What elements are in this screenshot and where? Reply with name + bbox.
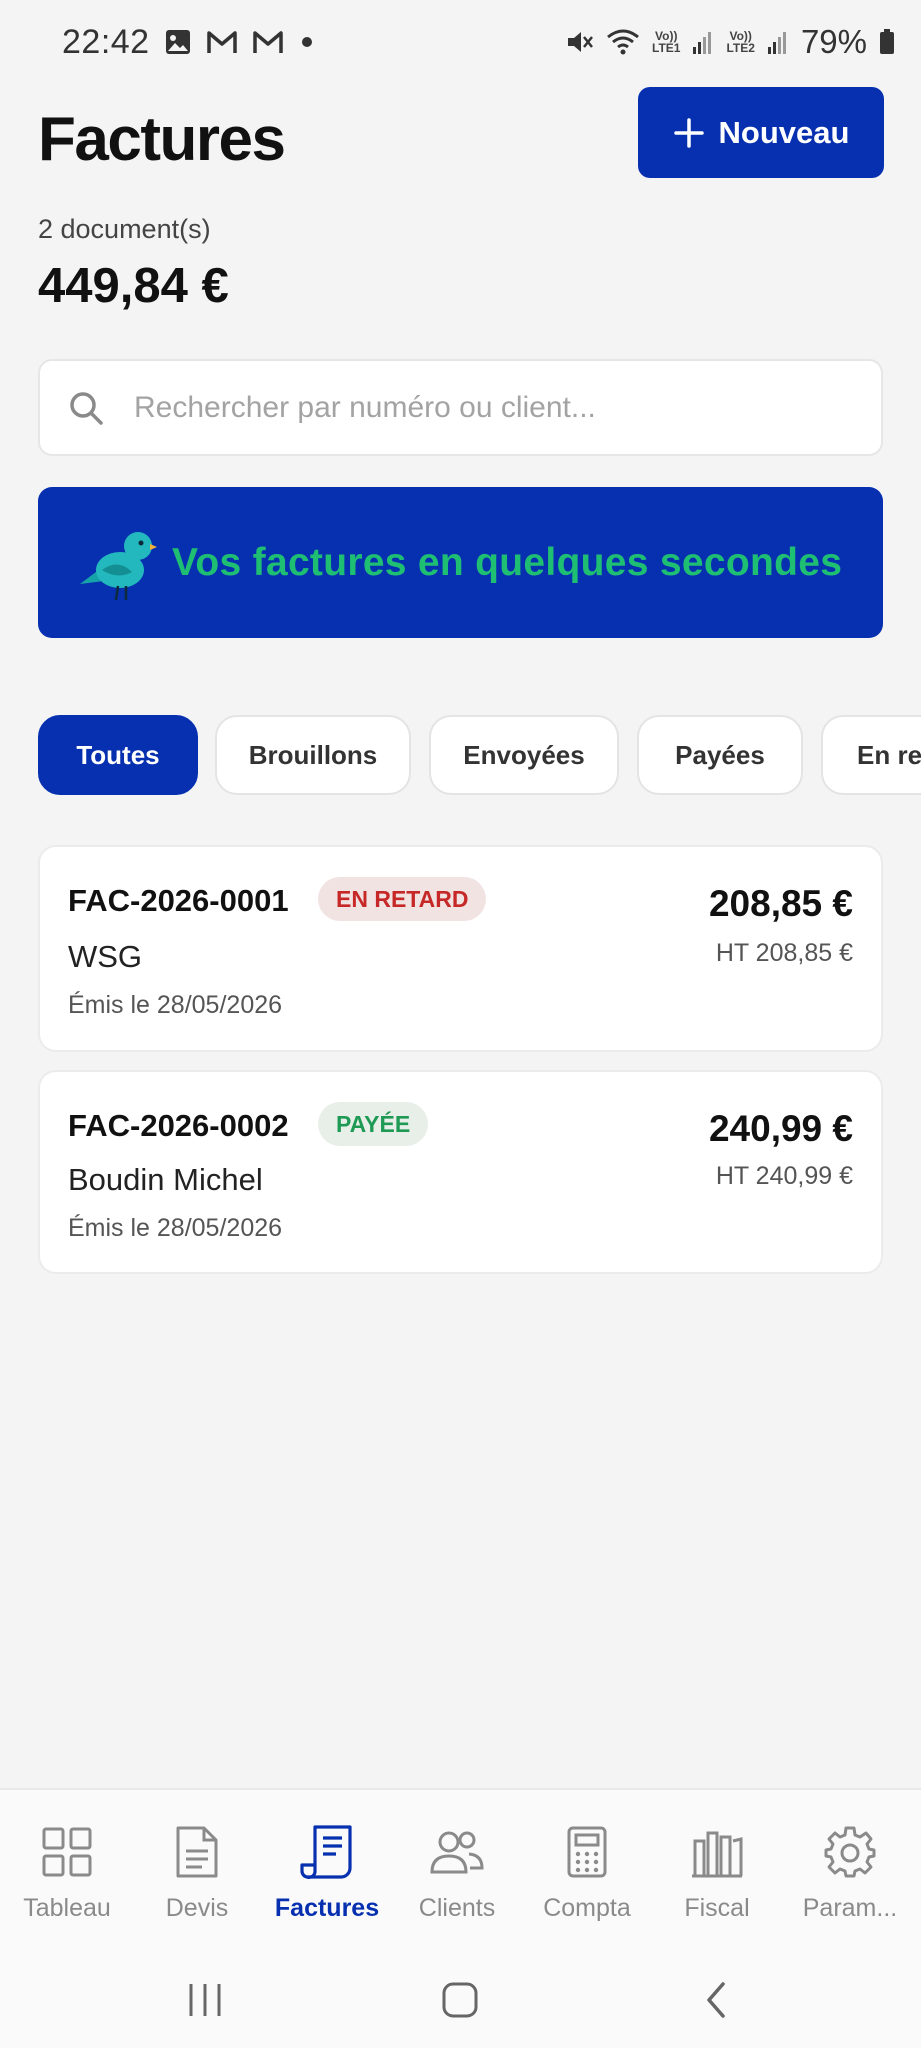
battery-percentage: 79%: [800, 23, 867, 60]
invoice-ht-amount: HT 240,99 €: [715, 1162, 853, 1190]
nav-label: Factures: [274, 1894, 380, 1922]
battery-icon: [879, 29, 895, 55]
signal-sim1-icon: [692, 29, 714, 55]
filter-chip-en-retard[interactable]: En re: [821, 715, 921, 795]
users-icon: [429, 1822, 485, 1882]
sim2-label: Vo)) LTE2: [726, 30, 754, 54]
nav-item-clients[interactable]: Clients: [392, 1790, 522, 1930]
nav-item-fiscal[interactable]: Fiscal: [652, 1790, 782, 1930]
gear-icon: [823, 1822, 877, 1882]
home-icon[interactable]: [420, 1970, 500, 2030]
nav-label: Tableau: [23, 1894, 111, 1922]
gmail-notification-icon: [252, 29, 284, 55]
gmail-notification-icon: [206, 29, 238, 55]
banner-text: Vos factures en quelques secondes: [172, 540, 843, 584]
signal-sim2-icon: [767, 29, 789, 55]
nav-label: Devis: [165, 1894, 229, 1922]
filter-chip-envoyees[interactable]: Envoyées: [429, 715, 619, 795]
status-bar: 22:42 Vo)) LTE1 Vo)) LTE2 79%: [0, 0, 921, 84]
invoice-ht-amount: HT 208,85 €: [715, 939, 853, 967]
nav-label: Compta: [543, 1894, 631, 1922]
total-amount: 449,84 €: [38, 259, 229, 313]
receipt-icon: [299, 1822, 355, 1882]
building-icon: [689, 1822, 745, 1882]
calculator-icon: [566, 1822, 608, 1882]
nav-item-parametres[interactable]: Param...: [785, 1790, 915, 1930]
invoice-card[interactable]: FAC-2026-0002 PAYÉE Boudin Michel Émis l…: [38, 1070, 883, 1274]
nav-label: Clients: [418, 1894, 496, 1922]
status-badge: PAYÉE: [318, 1102, 429, 1146]
document-icon: [175, 1822, 219, 1882]
new-invoice-button[interactable]: Nouveau: [638, 87, 884, 178]
status-time: 22:42: [62, 22, 150, 61]
invoice-date: Émis le 28/05/2026: [68, 1214, 283, 1242]
back-icon[interactable]: [676, 1970, 756, 2030]
invoice-card[interactable]: FAC-2026-0001 EN RETARD WSG Émis le 28/0…: [38, 845, 883, 1052]
recent-apps-icon[interactable]: [165, 1970, 245, 2030]
nav-item-factures[interactable]: Factures: [262, 1790, 392, 1930]
dashboard-grid-icon: [41, 1822, 93, 1882]
invoice-number: FAC-2026-0002: [68, 1108, 289, 1143]
plus-icon: [673, 117, 705, 149]
status-badge: EN RETARD: [318, 877, 487, 921]
search-input[interactable]: [134, 390, 834, 425]
status-left: 22:42: [62, 23, 316, 62]
system-nav-bar: [0, 1948, 921, 2048]
wifi-icon: [606, 28, 640, 56]
bird-icon: [78, 522, 158, 604]
invoice-amount: 208,85 €: [708, 883, 853, 924]
sim1-label: Vo)) LTE1: [652, 30, 680, 54]
filter-chip-toutes[interactable]: Toutes: [38, 715, 198, 795]
invoice-client: Boudin Michel: [68, 1162, 263, 1197]
promo-banner[interactable]: Vos factures en quelques secondes: [38, 487, 883, 638]
invoice-amount: 240,99 €: [708, 1108, 853, 1149]
nav-label: Fiscal: [684, 1894, 750, 1922]
mute-icon: [564, 27, 594, 57]
status-right: Vo)) LTE1 Vo)) LTE2 79%: [564, 23, 895, 61]
sim2-lte-text: LTE2: [726, 41, 755, 55]
bottom-nav: Tableau Devis Factures Clients Compta Fi…: [0, 1788, 921, 1948]
gallery-notification-icon: [164, 28, 192, 56]
nav-item-compta[interactable]: Compta: [522, 1790, 652, 1930]
sim1-lte-text: LTE1: [652, 41, 681, 55]
nav-item-devis[interactable]: Devis: [132, 1790, 262, 1930]
filter-chip-payees[interactable]: Payées: [637, 715, 803, 795]
nav-item-tableau[interactable]: Tableau: [2, 1790, 132, 1930]
search-box[interactable]: [38, 359, 883, 456]
invoice-number: FAC-2026-0001: [68, 883, 289, 918]
new-button-label: Nouveau: [718, 114, 850, 150]
filter-chips: Toutes Brouillons Envoyées Payées En re: [38, 715, 921, 795]
page-title: Factures: [38, 105, 286, 174]
filter-chip-brouillons[interactable]: Brouillons: [215, 715, 411, 795]
nav-label: Param...: [802, 1894, 898, 1922]
invoice-client: WSG: [68, 939, 143, 974]
search-icon: [68, 390, 104, 426]
document-count: 2 document(s): [38, 214, 211, 244]
more-notifications-dot-icon: [298, 33, 316, 51]
invoice-date: Émis le 28/05/2026: [68, 991, 283, 1019]
